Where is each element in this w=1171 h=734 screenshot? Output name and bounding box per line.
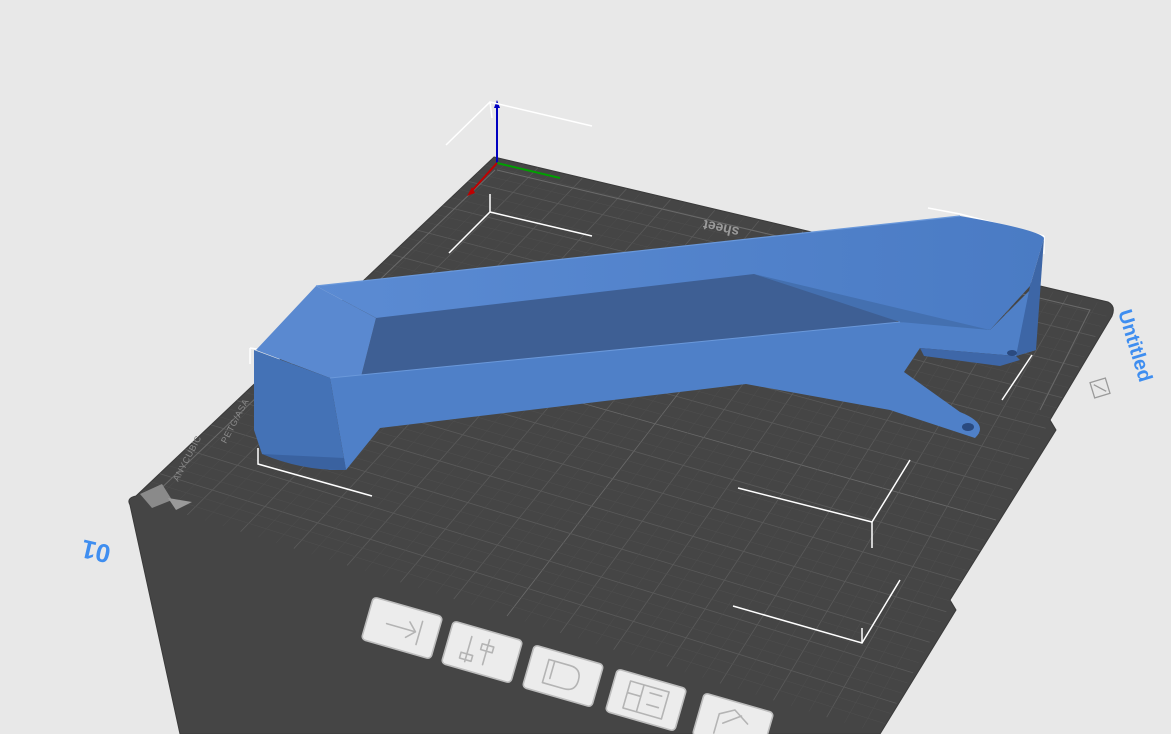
rename-plate-icon[interactable]	[1089, 377, 1111, 399]
scene-canvas[interactable]: ANYCUBIC PETG/ASA sheet 01 Untitled	[0, 0, 1171, 734]
svg-text:01: 01	[78, 534, 113, 570]
svg-text:Untitled: Untitled	[1113, 307, 1156, 385]
plate-index-label[interactable]: 01	[78, 534, 113, 570]
plate-name-label[interactable]: Untitled	[1113, 307, 1156, 385]
3d-viewport[interactable]: ANYCUBIC PETG/ASA sheet 01 Untitled	[0, 0, 1171, 734]
